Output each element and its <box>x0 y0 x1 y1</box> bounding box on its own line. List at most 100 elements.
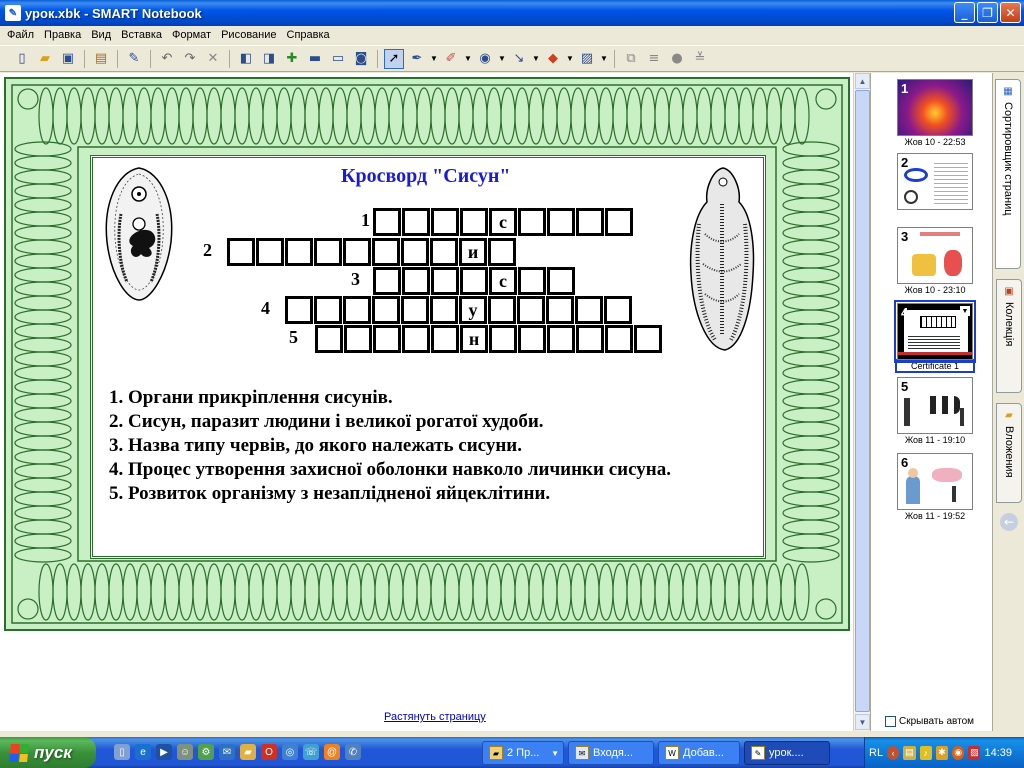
crossword-cell[interactable] <box>343 296 371 324</box>
paste-icon[interactable]: ▤ <box>91 49 111 69</box>
page-thumbnail-3[interactable]: 3 Жов 10 - 23:10 <box>897 227 973 295</box>
quick-launch-outlook-icon[interactable]: ✆ <box>345 744 361 760</box>
crossword-cell[interactable] <box>402 208 430 236</box>
crossword-cell[interactable] <box>547 267 575 295</box>
back-arrow-icon[interactable]: ← <box>1000 513 1018 531</box>
crossword-cell[interactable] <box>343 238 371 266</box>
start-button[interactable]: пуск <box>0 737 96 768</box>
auto-hide-option[interactable]: Скрывать автом <box>885 716 974 727</box>
crossword-cell[interactable]: и <box>459 238 487 266</box>
crossword-cell[interactable] <box>314 238 342 266</box>
task-button-3[interactable]: W Добав... <box>658 741 740 765</box>
thumbnail-menu-icon[interactable]: ▼ <box>960 306 970 316</box>
menu-help[interactable]: Справка <box>282 29 335 41</box>
crossword-cell[interactable] <box>373 267 401 295</box>
tray-smart-icon[interactable]: ✱ <box>935 745 948 760</box>
redo-icon[interactable]: ↷ <box>180 49 200 69</box>
tray-expand-icon[interactable]: ‹ <box>887 745 900 760</box>
crossword-cell[interactable] <box>460 267 488 295</box>
scroll-up-icon[interactable]: ▲ <box>855 73 870 89</box>
crossword-cell[interactable] <box>373 325 401 353</box>
language-indicator[interactable]: RL <box>869 747 883 759</box>
fill-tool-icon[interactable]: ● <box>667 49 687 69</box>
quick-launch-user-icon[interactable]: ☺ <box>177 744 193 760</box>
quick-launch-media-icon[interactable]: ▶ <box>156 744 172 760</box>
line-icon[interactable]: ↘ <box>509 49 529 69</box>
tray-antivirus-icon[interactable]: ◉ <box>952 745 965 760</box>
menu-draw[interactable]: Рисование <box>216 29 281 41</box>
scroll-thumb[interactable] <box>855 90 870 712</box>
crossword-cell[interactable] <box>401 296 429 324</box>
crossword-cell[interactable] <box>518 208 546 236</box>
menu-file[interactable]: Файл <box>2 29 39 41</box>
quick-launch-folder-icon[interactable]: ▰ <box>240 744 256 760</box>
select-icon[interactable]: ➚ <box>384 48 404 69</box>
certificate-frame[interactable]: Кросворд "Сисун" 1 с 2 и 3 с 4 у 5 н 1. Органи пр… <box>4 77 850 631</box>
crossword-cell[interactable] <box>518 267 546 295</box>
delete-icon[interactable]: ✕ <box>203 49 223 69</box>
crossword-cell[interactable] <box>402 325 430 353</box>
crossword-cell[interactable] <box>547 325 575 353</box>
crossword-cell[interactable] <box>431 325 459 353</box>
quick-launch-messenger-icon[interactable]: ☏ <box>303 744 319 760</box>
task-button-4[interactable]: ✎ урок.... <box>744 741 830 765</box>
crossword-cell[interactable] <box>285 296 313 324</box>
crossword-cell[interactable] <box>517 296 545 324</box>
crossword-cell[interactable] <box>372 296 400 324</box>
crossword-cell[interactable] <box>488 238 516 266</box>
quick-launch-mail-icon[interactable]: ✉ <box>219 744 235 760</box>
crossword-cell[interactable] <box>256 238 284 266</box>
page-thumbnail-6[interactable]: 6 Жов 11 - 19:52 <box>897 453 973 521</box>
shapes-dropdown-icon[interactable]: ▼ <box>498 54 506 63</box>
crossword-cell[interactable] <box>575 296 603 324</box>
eraser-icon[interactable]: ✐ <box>441 49 461 69</box>
task-button-2[interactable]: ✉ Входя... <box>568 741 654 765</box>
quick-launch-explorer-icon[interactable]: ▯ <box>114 744 130 760</box>
notebook-canvas[interactable]: Кросворд "Сисун" 1 с 2 и 3 с 4 у 5 н 1. Органи пр… <box>0 73 853 731</box>
menu-view[interactable]: Вид <box>86 29 116 41</box>
properties-dropdown-icon[interactable]: ▼ <box>600 54 608 63</box>
crossword-cell[interactable] <box>518 325 546 353</box>
crossword-cell[interactable] <box>373 208 401 236</box>
crossword-cell[interactable] <box>576 325 604 353</box>
tab-attachments[interactable]: ▰ Вложения <box>996 403 1022 503</box>
eraser-dropdown-icon[interactable]: ▼ <box>464 54 472 63</box>
crossword-cell[interactable] <box>634 325 662 353</box>
maximize-button[interactable]: ❐ <box>977 2 998 23</box>
quick-launch-at-icon[interactable]: @ <box>324 744 340 760</box>
crossword-cell[interactable] <box>546 296 574 324</box>
crossword-cell[interactable] <box>605 325 633 353</box>
tray-network-icon[interactable]: ▤ <box>903 745 916 760</box>
line-dropdown-icon[interactable]: ▼ <box>532 54 540 63</box>
tab-page-sorter[interactable]: ▦ Сортировщик страниц <box>995 79 1021 269</box>
quick-launch-network-icon[interactable]: ⚙ <box>198 744 214 760</box>
page-thumbnail-4[interactable]: 4 ▼ Certificate 1 <box>894 300 976 373</box>
quick-launch-opera-icon[interactable]: O <box>261 744 277 760</box>
crossword-cell[interactable] <box>576 208 604 236</box>
group-icon[interactable]: ⧉ <box>621 49 641 69</box>
task-button-1[interactable]: ▰ 2 Пр... ▼ <box>482 741 564 765</box>
menu-insert[interactable]: Вставка <box>116 29 167 41</box>
new-page-icon[interactable]: ▯ <box>12 49 32 69</box>
crossword-cell[interactable] <box>430 296 458 324</box>
crossword-cell[interactable]: с <box>489 267 517 295</box>
crossword-cell[interactable]: н <box>460 325 488 353</box>
crossword-cell[interactable] <box>605 208 633 236</box>
pen-dropdown-icon[interactable]: ▼ <box>430 54 438 63</box>
scroll-down-icon[interactable]: ▼ <box>855 714 870 730</box>
fill-dropdown-icon[interactable]: ▼ <box>566 54 574 63</box>
add-page-icon[interactable]: ✚ <box>282 49 302 69</box>
quick-launch-search-icon[interactable]: ◎ <box>282 744 298 760</box>
crossword-cell[interactable]: с <box>489 208 517 236</box>
open-icon[interactable]: ▰ <box>35 49 55 69</box>
crossword-cell[interactable] <box>227 238 255 266</box>
prev-page-icon[interactable]: ◧ <box>236 49 256 69</box>
pen-icon[interactable]: ✒ <box>407 49 427 69</box>
fill-icon[interactable]: ◆ <box>543 49 563 69</box>
quick-launch-ie-icon[interactable]: e <box>135 744 151 760</box>
crossword-cell[interactable] <box>460 208 488 236</box>
crossword-cell[interactable] <box>431 267 459 295</box>
order-icon[interactable]: ≡ <box>644 49 664 69</box>
vertical-scrollbar[interactable]: ▲ ▼ <box>853 73 870 731</box>
close-button[interactable]: ✕ <box>1000 2 1021 23</box>
